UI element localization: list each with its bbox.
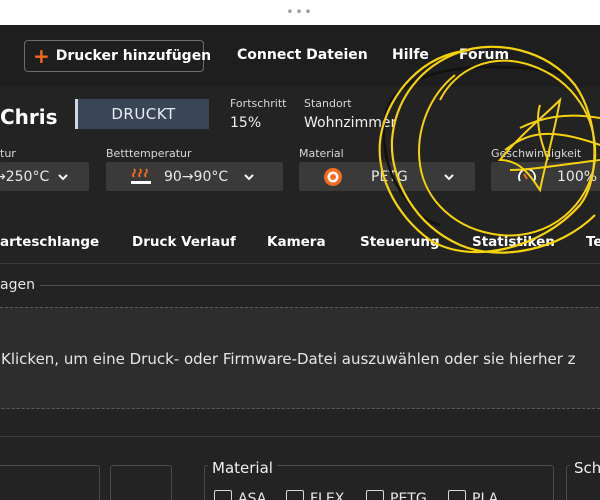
add-printer-label: Drucker hinzufügen	[55, 48, 212, 64]
dropzone-text: Klicken, um eine Druck- oder Firmware-Da…	[1, 350, 576, 368]
filter-asa-checkbox[interactable]: ASA	[214, 490, 266, 500]
window-drag-handle[interactable]: •••	[0, 4, 600, 20]
heatbed-icon	[131, 167, 151, 184]
right-filter-title: Sch	[570, 459, 600, 477]
filter-pla-checkbox[interactable]: PLA	[448, 490, 498, 500]
filter-pla-label: PLA	[472, 491, 499, 500]
filter-field-left[interactable]	[0, 465, 100, 500]
tab-more[interactable]: Te	[586, 234, 600, 250]
bed-temp-value: 90→90°C	[164, 168, 229, 185]
top-navigation: + Drucker hinzufügen Connect Dateien Hil…	[0, 25, 600, 87]
speed-label: Geschwindigkeit	[491, 147, 582, 160]
progress-value: 15%	[230, 115, 262, 131]
chevron-down-icon	[58, 173, 68, 180]
plus-icon: +	[33, 44, 50, 68]
section-divider	[40, 285, 600, 286]
material-select[interactable]: PETG	[299, 162, 475, 191]
material-filter-title: Material	[208, 459, 277, 477]
progress-label: Fortschritt	[230, 97, 287, 110]
app-window: + Drucker hinzufügen Connect Dateien Hil…	[0, 25, 600, 500]
checkbox-icon	[214, 490, 232, 500]
tab-statistics[interactable]: Statistiken	[472, 234, 555, 250]
filter-field-small[interactable]	[110, 465, 172, 500]
location-value: Wohnzimmer	[304, 115, 397, 131]
filter-petg-checkbox[interactable]: PETG	[366, 490, 427, 500]
add-printer-button[interactable]: + Drucker hinzufügen	[24, 40, 211, 72]
filter-flex-label: FLEX	[310, 491, 345, 500]
file-dropzone[interactable]: Klicken, um eine Druck- oder Firmware-Da…	[0, 307, 600, 409]
checkbox-icon	[448, 490, 466, 500]
filter-flex-checkbox[interactable]: FLEX	[286, 490, 344, 500]
gauge-icon	[518, 167, 536, 181]
checkbox-icon	[366, 490, 384, 500]
tab-camera[interactable]: Kamera	[267, 234, 326, 250]
nav-forum[interactable]: Forum	[459, 47, 509, 63]
checkbox-icon	[286, 490, 304, 500]
upload-section-title: agen	[0, 277, 35, 293]
chevron-down-icon	[244, 173, 254, 180]
material-label: Material	[299, 147, 344, 160]
status-badge: DRUCKT	[75, 99, 209, 129]
filter-asa-label: ASA	[238, 491, 267, 500]
spool-icon	[324, 167, 342, 186]
nozzle-temp-value: →250°C	[0, 168, 50, 185]
nozzle-temp-label: tur	[0, 147, 16, 160]
filter-petg-label: PETG	[390, 491, 427, 500]
content-divider	[0, 436, 600, 437]
tab-control[interactable]: Steuerung	[360, 234, 440, 250]
nav-connect-files[interactable]: Connect Dateien	[237, 47, 368, 63]
bed-temp-label: Betttemperatur	[106, 147, 192, 160]
tab-print-history[interactable]: Druck Verlauf	[132, 234, 236, 250]
chevron-down-icon	[443, 173, 454, 180]
printer-name: Chris	[0, 105, 58, 129]
tab-queue[interactable]: arteschlange	[0, 234, 99, 250]
speed-select[interactable]: 100%	[491, 162, 600, 191]
nozzle-temp-select[interactable]: →250°C	[0, 162, 89, 191]
location-label: Standort	[304, 97, 352, 110]
material-value: PETG	[371, 168, 408, 185]
nav-help[interactable]: Hilfe	[392, 47, 429, 63]
tab-divider	[0, 263, 600, 264]
bed-temp-select[interactable]: 90→90°C	[106, 162, 283, 191]
speed-value: 100%	[557, 168, 598, 185]
screen: ••• + Drucker hinzufügen Connect Dateien…	[0, 0, 600, 500]
